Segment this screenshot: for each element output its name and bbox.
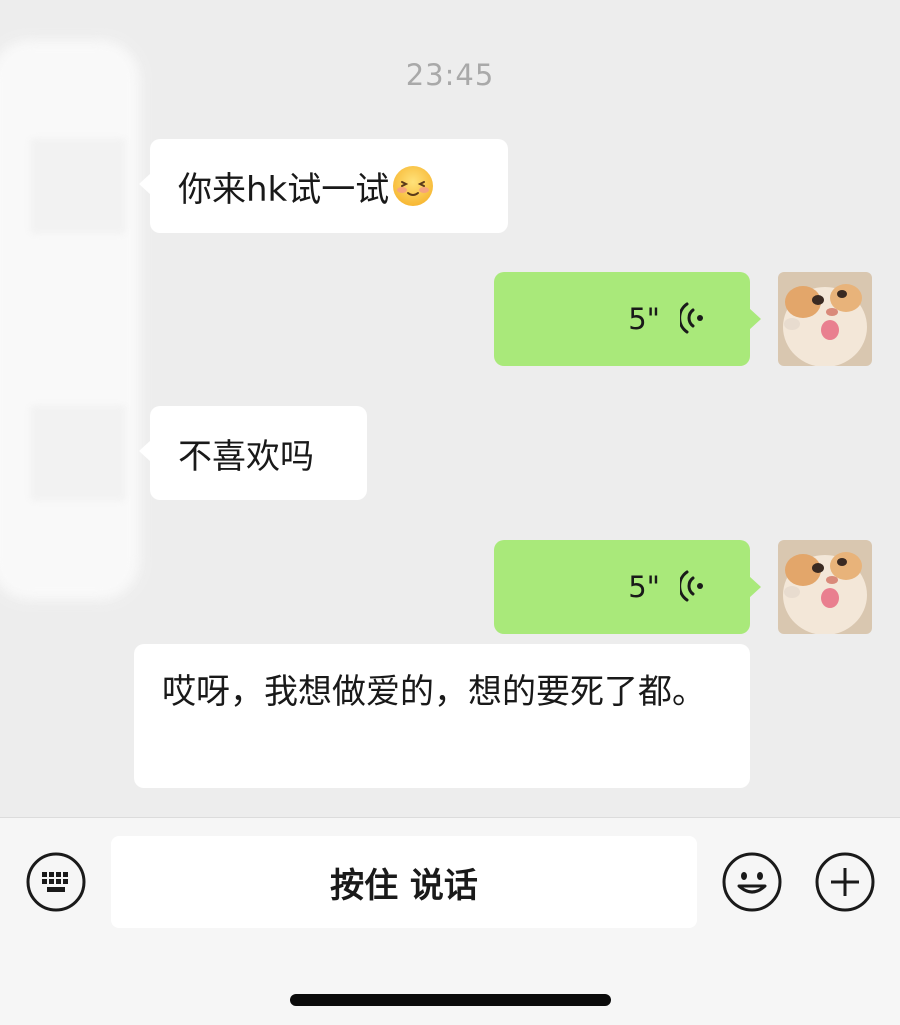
- chat-area: 23:45 你来hk试一试 5" 不喜欢吗 5" 哎呀，我想做爱的，想的要死了都…: [0, 0, 900, 817]
- plus-icon[interactable]: [814, 851, 876, 913]
- hold-to-talk-button[interactable]: 按住 说话: [111, 836, 697, 928]
- input-bar: 按住 说话: [0, 817, 900, 1025]
- cat-avatar-icon: [778, 540, 872, 634]
- outgoing-voice-message[interactable]: 5": [494, 540, 761, 634]
- cat-avatar-icon: [778, 272, 872, 366]
- redacted-contact-area: [0, 40, 140, 600]
- message-text: 哎呀，我想做爱的，想的要死了都。: [162, 672, 706, 712]
- contact-avatar[interactable]: [30, 138, 126, 234]
- voice-wave-icon: [680, 570, 703, 602]
- contact-avatar[interactable]: [30, 405, 126, 501]
- incoming-message-bubble[interactable]: 不喜欢吗: [139, 406, 367, 500]
- my-avatar[interactable]: [778, 540, 872, 634]
- voice-duration: 5": [628, 570, 660, 604]
- message-text: 不喜欢吗: [178, 436, 314, 477]
- incoming-message-bubble[interactable]: 你来hk试一试: [139, 139, 508, 233]
- message-text: 你来hk试一试: [178, 169, 390, 210]
- voice-wave-icon: [680, 302, 703, 334]
- emoji-icon[interactable]: [721, 851, 783, 913]
- blushing-face-emoji: [393, 166, 434, 206]
- keyboard-icon[interactable]: [25, 851, 87, 913]
- home-indicator[interactable]: [290, 994, 611, 1006]
- outgoing-voice-message[interactable]: 5": [494, 272, 761, 366]
- my-avatar[interactable]: [778, 272, 872, 366]
- message-timestamp: 23:45: [405, 58, 495, 92]
- incoming-message-bubble[interactable]: 哎呀，我想做爱的，想的要死了都。: [134, 644, 750, 788]
- voice-duration: 5": [628, 302, 660, 336]
